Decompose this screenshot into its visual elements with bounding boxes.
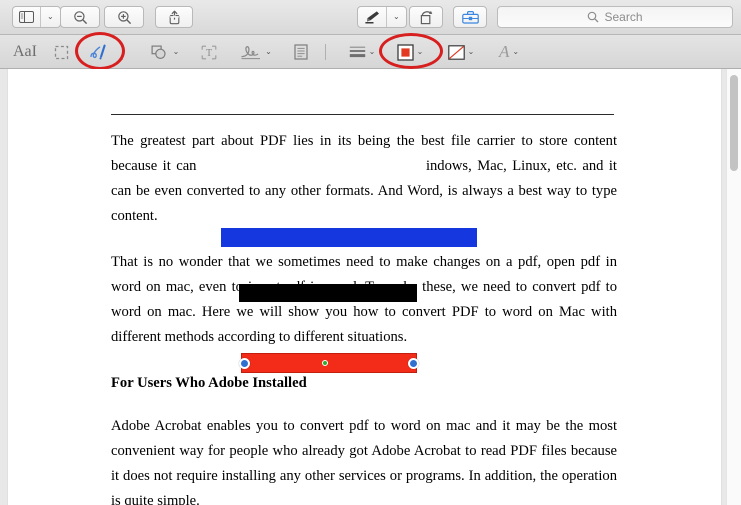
pdf-page[interactable]: The greatest part about PDF lies in its … <box>8 69 721 505</box>
chevron-down-icon[interactable]: ⌄ <box>417 48 424 56</box>
page-horizontal-rule <box>111 114 614 115</box>
border-style-tool[interactable]: ⌄ <box>341 35 383 69</box>
svg-text:T: T <box>206 48 212 59</box>
rectangular-selection-tool[interactable] <box>46 35 76 69</box>
markup-pen-button[interactable]: ⌄ <box>357 6 407 28</box>
toolbar-divider <box>325 44 326 60</box>
text-selection-tool[interactable]: AaI <box>6 35 44 69</box>
preview-window: ⌄ ⌄ Search AaI ⌄ T ⌄ ⌄ ⌄ ⌄ A ⌄ The great… <box>0 0 741 505</box>
markup-toolbar: AaI ⌄ T ⌄ ⌄ ⌄ ⌄ A ⌄ <box>0 32 741 70</box>
vertical-scrollbar-thumb[interactable] <box>730 75 738 171</box>
signature-tool[interactable]: ⌄ <box>232 35 280 69</box>
search-placeholder: Search <box>604 10 643 24</box>
blue-redaction-rectangle[interactable] <box>221 228 477 247</box>
paragraph-3-run-1: Adobe Acrobat enables you to convert pdf… <box>111 418 617 505</box>
markup-toolbar-toggle-button[interactable] <box>453 6 487 28</box>
text-box-icon: T <box>201 45 217 60</box>
zoom-out-button[interactable] <box>60 6 100 28</box>
note-icon <box>294 44 308 60</box>
center-rotate-handle[interactable] <box>322 360 328 366</box>
vertical-scrollbar[interactable] <box>726 69 741 505</box>
rotate-left-button[interactable] <box>409 6 443 28</box>
shapes-icon <box>151 45 170 60</box>
paragraph-1: The greatest part about PDF lies in its … <box>111 129 617 229</box>
stroke-color-tool[interactable]: ⌄ <box>440 35 482 69</box>
toolbox-icon <box>461 10 479 24</box>
share-button[interactable] <box>155 6 193 28</box>
document-scroll-area[interactable]: The greatest part about PDF lies in its … <box>0 69 741 505</box>
border-style-icon <box>349 45 366 59</box>
share-icon <box>168 10 181 25</box>
chevron-down-icon[interactable]: ⌄ <box>173 48 180 56</box>
toolbar-divider <box>122 44 123 60</box>
stroke-color-none-icon <box>447 44 465 60</box>
right-resize-handle[interactable] <box>408 358 419 369</box>
left-resize-handle[interactable] <box>239 358 250 369</box>
chevron-down-icon[interactable]: ⌄ <box>369 48 376 56</box>
text-box-tool[interactable]: T <box>194 35 224 69</box>
main-toolbar: ⌄ ⌄ Search <box>0 0 741 35</box>
red-selected-rectangle[interactable] <box>239 353 419 373</box>
sidebar-view-button[interactable]: ⌄ <box>12 6 61 28</box>
sidebar-icon <box>13 7 40 27</box>
text-selection-icon: AaI <box>13 43 37 60</box>
search-input[interactable]: Search <box>497 6 733 28</box>
text-style-tool[interactable]: A ⌄ <box>489 35 529 69</box>
chevron-down-icon[interactable]: ⌄ <box>512 48 519 56</box>
chevron-down-icon[interactable]: ⌄ <box>265 48 272 56</box>
shapes-tool[interactable]: ⌄ <box>143 35 187 69</box>
chevron-down-icon[interactable]: ⌄ <box>468 48 475 56</box>
note-tool[interactable] <box>286 35 316 69</box>
rotate-left-icon <box>419 10 434 25</box>
chevron-down-icon[interactable]: ⌄ <box>386 7 406 27</box>
fill-color-icon <box>396 43 414 61</box>
signature-icon <box>240 44 262 60</box>
text-style-icon: A <box>498 42 510 61</box>
fill-color-tool[interactable]: ⌄ <box>388 35 432 69</box>
chevron-down-icon[interactable]: ⌄ <box>40 7 60 27</box>
paragraph-3: Adobe Acrobat enables you to convert pdf… <box>111 414 617 505</box>
sketch-pen-icon <box>88 43 110 61</box>
document-text: The greatest part about PDF lies in its … <box>111 129 617 505</box>
zoom-in-icon <box>117 10 132 25</box>
sketch-tool[interactable] <box>82 35 116 69</box>
rectangular-selection-icon <box>54 45 69 60</box>
zoom-in-button[interactable] <box>104 6 144 28</box>
black-redaction-rectangle[interactable] <box>239 284 417 302</box>
search-icon <box>587 11 599 23</box>
highlighter-pen-icon <box>358 7 386 27</box>
section-heading: For Users Who Adobe Installed <box>111 375 307 391</box>
zoom-out-icon <box>73 10 88 25</box>
